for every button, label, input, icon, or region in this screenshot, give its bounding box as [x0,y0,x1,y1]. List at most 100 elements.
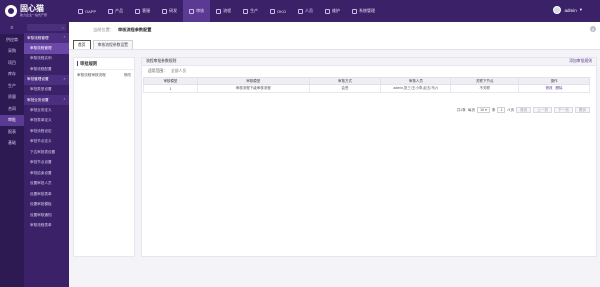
pagination: 共1条 每页 10 ▾ 条 1 /1页 首页 上一页 下一页 尾页 [457,107,590,113]
nav-item-review[interactable]: 审核 [183,0,211,22]
sub-item[interactable]: 审批流程设定 [24,126,69,137]
cell-next: 不关联 [450,84,520,93]
table-header: 审核模型 审核模型 审核方式 审核人员 关联下节点 操作 [143,77,590,85]
rules-panel: 审批规则 审核流程审核流程 修改 [73,57,135,257]
sub-item[interactable]: 审批节点设置 [24,158,69,169]
sub-item[interactable]: 审批结束设置 [24,168,69,179]
logo-icon [5,5,17,17]
nav-item-oko[interactable]: OKO [264,0,292,22]
tab-bar: 首页 审核流程参数设置 [69,38,600,50]
sub-group-approval-mgmt[interactable]: 审批管理设置 ⌃ [24,74,69,85]
sub-item[interactable]: 审批表单定义 [24,116,69,127]
last-page-button[interactable]: 尾页 [574,107,590,113]
sub-item[interactable]: 审核流程管理 [24,43,69,54]
menu-search[interactable]: ⌕ [27,24,66,31]
user-name: admin [564,7,577,13]
rail-item-contract[interactable]: 合同 [0,103,24,115]
nav-item-process[interactable]: 流程 [210,0,237,22]
production-icon [243,8,249,14]
main-area: 当前位置： 审核流程参数配置 ✕ 首页 审核流程参数设置 审批规则 审核流程审核… [69,22,600,287]
scope-filter: 适用范围： 全部人员 [142,66,596,77]
first-page-button[interactable]: 首页 [516,107,532,113]
scope-label: 适用范围： [148,69,167,73]
edit-rule-link[interactable]: 修改 [124,73,131,78]
avatar [553,6,562,14]
rail-item-quality[interactable]: 质量 [0,92,24,104]
delete-link[interactable]: 删除 [556,86,563,90]
sub-item[interactable]: 设置审批模板 [24,200,69,211]
sub-item[interactable]: 设置审核通知 [24,210,69,221]
cell-method: 会签 [308,84,382,93]
nav-item-production[interactable]: 生产 [237,0,264,22]
rail-item-report[interactable]: 报表 [0,126,24,138]
service-icon [135,8,141,14]
app-icon [78,8,83,14]
top-nav: OAPP 产品 客服 研发 审核 流程 生产 OKO 人员 维护 系统管理 [72,0,381,22]
menu-toggle-icon[interactable]: ≡ [0,22,24,34]
nav-item-system[interactable]: 系统管理 [346,0,381,22]
chevron-down-icon: ▾ [485,108,487,112]
add-rule-link[interactable]: 添加审批规则 [569,59,592,64]
cell-id: 1 [143,84,198,93]
sub-group-review[interactable]: 审核流程管理 ⌃ [24,33,69,43]
column-header: 审核方式 [308,77,382,85]
nav-item-oapp[interactable]: OAPP [72,0,102,22]
page-input[interactable]: 1 [497,107,506,113]
per-page-select[interactable]: 10 ▾ [477,107,490,113]
sub-item[interactable]: 审核流程配置 [24,64,69,75]
sub-item[interactable]: 审批节点定义 [24,137,69,148]
nav-item-maintain[interactable]: 维护 [319,0,346,22]
per-page-unit: 条 [491,107,496,112]
nav-item-rd[interactable]: 研发 [156,0,183,22]
per-page-label: 每页 [467,107,476,112]
process-icon [216,8,222,14]
rd-icon [162,8,168,14]
chevron-down-icon: ▾ [579,7,582,12]
prev-page-button[interactable]: 上一页 [533,107,553,113]
rail-item-project[interactable]: 项目 [0,57,24,69]
nav-item-service[interactable]: 客服 [129,0,156,22]
rail-item-stock[interactable]: 库存 [0,69,24,81]
page-count: /1页 [507,107,515,112]
cell-people: admin,张三/王小李,赵五/马六 [380,84,452,93]
next-page-button[interactable]: 下一页 [554,107,573,113]
edit-link[interactable]: 修改 [546,86,553,90]
sub-item[interactable]: 审批业务定义 [24,105,69,116]
sub-item[interactable]: 下达审批表设置 [24,147,69,158]
column-header: 操作 [518,77,590,85]
sub-item[interactable]: 设置审批人员 [24,179,69,190]
rail-item-supplier[interactable]: 供应商 [0,34,24,46]
column-header: 审核人员 [380,77,452,85]
user-menu[interactable]: admin ▾ [553,6,582,14]
search-icon: ⌕ [62,25,64,30]
chevron-up-icon: ⌃ [62,36,66,40]
tab-home[interactable]: 首页 [73,40,91,49]
sub-item[interactable]: 审核流程表单 [24,221,69,232]
scope-value[interactable]: 全部人员 [171,69,186,74]
column-header: 关联下节点 [450,77,520,85]
column-header: 审核模型 [143,77,198,85]
cell-model: 审核流程下级审核流程 [196,84,310,93]
sub-item[interactable]: 审核流程实例 [24,54,69,65]
rail-item-approval[interactable]: 审批 [0,114,24,126]
rail-item-base[interactable]: 基础 [0,138,24,150]
sub-item[interactable]: 审批类型设置 [24,85,69,96]
rail-item-production[interactable]: 生产 [0,80,24,92]
page-title: 审核流程参数配置 [117,27,152,32]
people-icon [298,8,304,14]
rule-detail-panel: 流程审批参数规则 添加审批规则 适用范围： 全部人员 审核模型 审核模型 审核方… [141,57,597,257]
rail-item-purchase[interactable]: 采购 [0,46,24,58]
table-row[interactable]: 1 审核流程下级审核流程 会签 admin,张三/王小李,赵五/马六 不关联 修… [143,84,590,93]
chevron-up-icon: ⌃ [62,98,66,102]
nav-item-product[interactable]: 产品 [102,0,129,22]
wrench-icon [325,8,331,14]
review-icon [189,8,195,14]
rule-row[interactable]: 审核流程审核流程 修改 [74,70,134,80]
close-icon[interactable]: ✕ [590,26,596,32]
tab-review-params[interactable]: 审核流程参数设置 [92,40,133,49]
sub-group-approval-biz[interactable]: 审批业务设置 ⌃ [24,95,69,105]
sub-item[interactable]: 设置审批表单 [24,189,69,200]
gear-icon [352,8,358,14]
nav-item-people[interactable]: 人员 [292,0,319,22]
sub-menu: ⌕ 审核流程管理 ⌃ 审核流程管理 审核流程实例 审核流程配置 审批管理设置 ⌃ 审… [24,22,69,287]
